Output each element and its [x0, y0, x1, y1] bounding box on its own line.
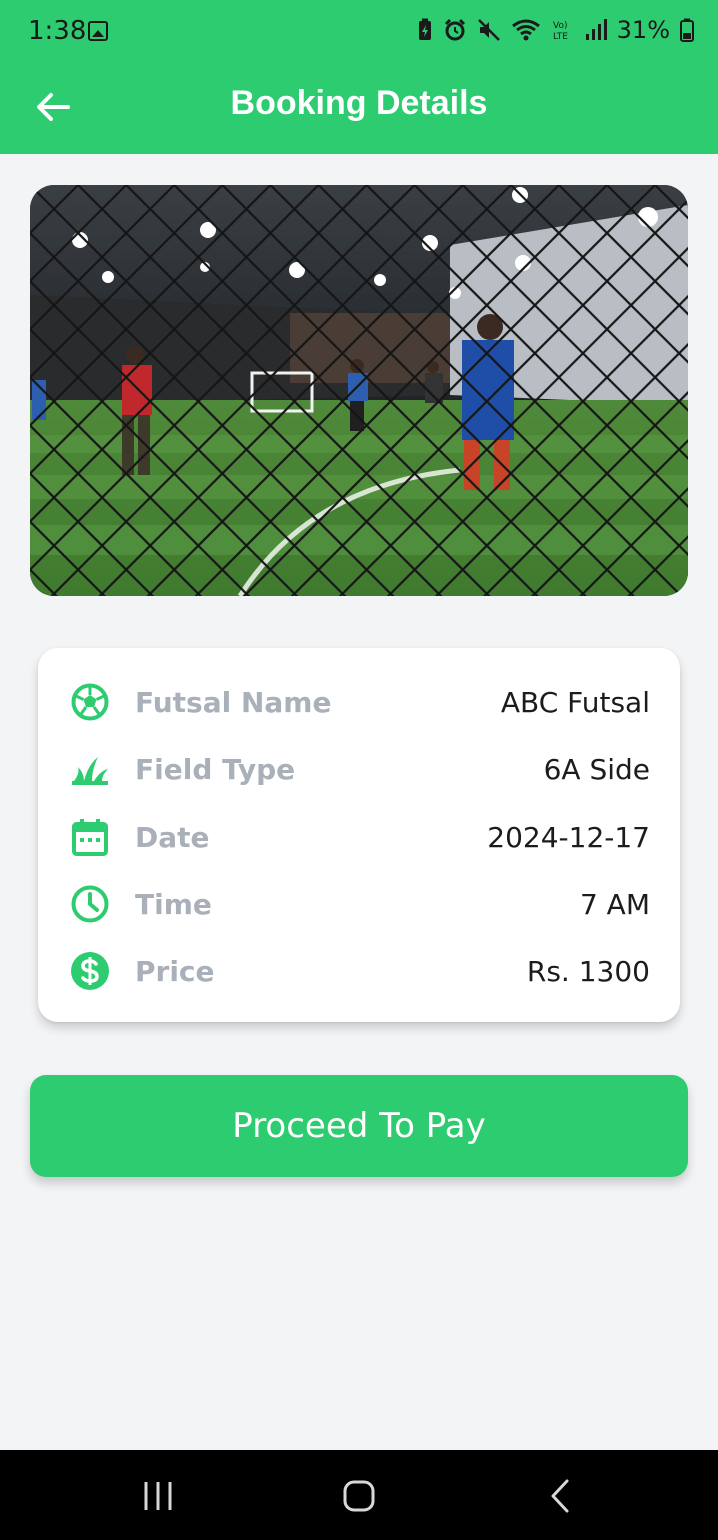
grass-icon — [72, 757, 108, 785]
battery-saver-icon — [418, 18, 431, 40]
clock-icon — [71, 885, 109, 923]
wifi-icon — [511, 19, 540, 41]
system-nav-bar — [0, 1450, 718, 1540]
battery-percent: 31% — [616, 16, 670, 44]
signal-icon — [585, 19, 607, 40]
detail-value: 6A Side — [543, 753, 650, 786]
soccer-ball-icon — [71, 683, 109, 721]
battery-icon — [680, 18, 694, 42]
page-title: Booking Details — [230, 84, 488, 122]
detail-value: 2024-12-17 — [487, 821, 650, 854]
detail-label: Field Type — [135, 753, 296, 786]
back-icon[interactable] — [541, 1478, 581, 1514]
detail-value: 7 AM — [579, 888, 650, 921]
detail-row-futsal-name: Futsal Name ABC Futsal — [38, 670, 680, 730]
calendar-icon — [72, 819, 108, 856]
booking-details-card: Futsal Name ABC Futsal Field Type 6A Sid… — [38, 648, 680, 1022]
status-bar: 1:38 Vo) LTE 31% — [0, 0, 718, 62]
detail-row-price: Price Rs. 1300 — [38, 939, 680, 999]
svg-text:LTE: LTE — [553, 32, 568, 42]
court-photo — [30, 185, 688, 596]
alarm-icon — [444, 18, 465, 41]
detail-label: Time — [135, 888, 212, 921]
dollar-icon — [71, 952, 109, 990]
pay-button-label: Proceed To Pay — [232, 1106, 486, 1146]
detail-value: ABC Futsal — [500, 686, 650, 719]
home-icon[interactable] — [339, 1478, 379, 1514]
svg-text:Vo): Vo) — [553, 21, 567, 31]
futsal-court-image — [30, 185, 688, 596]
detail-row-time: Time 7 AM — [38, 872, 680, 932]
detail-value: Rs. 1300 — [526, 955, 650, 988]
proceed-to-pay-button[interactable]: Proceed To Pay — [30, 1075, 688, 1177]
mute-icon — [477, 19, 500, 41]
detail-label: Futsal Name — [135, 686, 332, 719]
detail-row-date: Date 2024-12-17 — [38, 805, 680, 865]
app-bar: Booking Details — [0, 62, 718, 154]
status-icons: Vo) LTE 31% — [417, 16, 694, 44]
recent-apps-icon[interactable] — [138, 1478, 178, 1514]
detail-row-field-type: Field Type 6A Side — [38, 737, 680, 797]
detail-label: Price — [135, 955, 215, 988]
detail-label: Date — [135, 821, 210, 854]
volte-icon: Vo)LTE — [553, 21, 568, 42]
gallery-icon — [88, 21, 108, 41]
status-time: 1:38 — [28, 16, 87, 46]
